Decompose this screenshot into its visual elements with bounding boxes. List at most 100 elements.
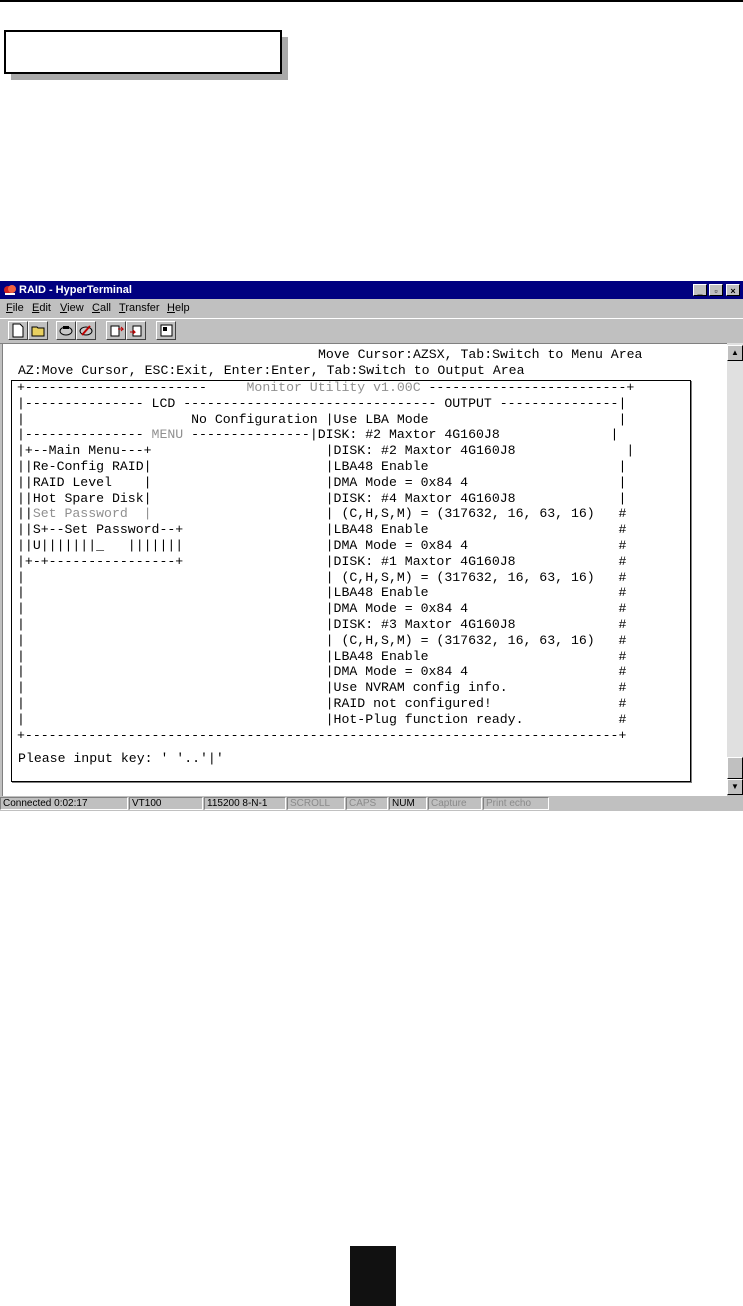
terminal-row: |+-+----------------+ |DISK: #1 Maxtor 4… xyxy=(17,554,626,570)
menu-file[interactable]: File xyxy=(6,302,24,314)
terminal-row-segment: ||Re-Config RAID| |LBA48 Enable | xyxy=(17,459,627,474)
terminal-row: ||U|||||||_ ||||||| |DMA Mode = 0x84 4 # xyxy=(17,538,626,554)
connect-button[interactable] xyxy=(56,321,76,340)
terminal-row: | |DMA Mode = 0x84 4 # xyxy=(17,601,626,617)
status-capture: Capture xyxy=(428,797,482,810)
status-connected: Connected 0:02:17 xyxy=(0,797,128,810)
terminal-row: | |DISK: #3 Maxtor 4G160J8 # xyxy=(17,617,626,633)
terminal-row-segment: ||S+--Set Password--+ |LBA48 Enable # xyxy=(17,522,627,538)
terminal-row-segment: | |DMA Mode = 0x84 4 # xyxy=(17,664,627,680)
status-emulation: VT100 xyxy=(129,797,203,810)
vertical-scrollbar[interactable]: ▲ ▼ xyxy=(727,343,743,795)
new-document-icon xyxy=(12,323,24,338)
scroll-thumb[interactable] xyxy=(727,757,743,779)
receive-button[interactable] xyxy=(126,321,146,340)
terminal-row-segment: | |DISK: #3 Maxtor 4G160J8 # xyxy=(17,617,627,632)
terminal-row: ||Set Password | | (C,H,S,M) = (317632, … xyxy=(17,506,626,522)
terminal-row-segment: | | (C,H,S,M) = (317632, 16, 63, 16) # xyxy=(17,632,627,648)
terminal-row: | |DMA Mode = 0x84 4 # xyxy=(17,664,626,680)
terminal-hint-output: AZ:Move Cursor, ESC:Exit, Enter:Enter, T… xyxy=(18,363,525,378)
terminal-hint-menu: Move Cursor:AZSX, Tab:Switch to Menu Are… xyxy=(318,347,643,362)
terminal-row-segment: | No Configuration |Use LBA Mode | xyxy=(17,411,627,427)
menu-view[interactable]: View xyxy=(60,302,84,314)
terminal-row: ||RAID Level | |DMA Mode = 0x84 4 | xyxy=(17,475,626,491)
terminal-row-segment: Monitor Utility v1.00C xyxy=(246,380,421,395)
terminal-row: ||Re-Config RAID| |LBA48 Enable | xyxy=(17,459,626,475)
terminal-row-segment: | |Hot-Plug function ready. # xyxy=(17,711,627,727)
minimize-button[interactable]: _ xyxy=(693,284,707,296)
menu-help-rest: elp xyxy=(174,302,190,314)
terminal-row-segment: Set Password | xyxy=(32,506,152,522)
menu-view-rest: iew xyxy=(67,302,84,314)
heading-box xyxy=(4,30,282,74)
menu-bar: File Edit View Call Transfer Help xyxy=(0,300,743,317)
properties-button[interactable] xyxy=(156,321,176,340)
menu-transfer[interactable]: Transfer xyxy=(119,302,160,314)
terminal-row-segment: ||U|||||||_ ||||||| |DMA Mode = 0x84 4 # xyxy=(17,538,627,553)
terminal-row: +----------------------- Monitor Utility… xyxy=(17,380,634,396)
menu-file-mnemonic: F xyxy=(6,302,13,314)
terminal-row-segment: ||RAID Level | |DMA Mode = 0x84 4 | xyxy=(17,474,627,490)
menu-help[interactable]: Help xyxy=(167,302,190,314)
status-scroll: SCROLL xyxy=(287,797,345,810)
terminal-row-segment: | |LBA48 Enable # xyxy=(17,585,627,601)
terminal-row-segment: |+--Main Menu---+ |DISK: #2 Maxtor 4G160… xyxy=(17,443,635,459)
terminal-row-segment: +----------------------- xyxy=(17,380,247,395)
send-button[interactable] xyxy=(106,321,126,340)
terminal-row-segment: |+-+----------------+ |DISK: #1 Maxtor 4… xyxy=(17,553,627,569)
terminal-row-segment: | |RAID not configured! # xyxy=(17,696,627,711)
terminal-row-segment: | (C,H,S,M) = (317632, 16, 63, 16) # xyxy=(151,506,627,522)
phone-connect-icon xyxy=(59,326,73,336)
terminal-row-segment: | |LBA48 Enable # xyxy=(17,648,627,664)
terminal-row: |+--Main Menu---+ |DISK: #2 Maxtor 4G160… xyxy=(17,443,634,459)
scroll-down-arrow-icon[interactable]: ▼ xyxy=(727,779,743,795)
status-caps: CAPS xyxy=(346,797,388,810)
open-folder-icon xyxy=(31,326,45,337)
window-title: RAID - HyperTerminal xyxy=(19,284,132,296)
open-button[interactable] xyxy=(28,321,48,340)
terminal-row: | |RAID not configured! # xyxy=(17,696,626,712)
terminal-row: | No Configuration |Use LBA Mode | xyxy=(17,412,626,428)
menu-file-rest: ile xyxy=(12,302,24,314)
terminal-row-segment: MENU xyxy=(151,427,184,443)
hyperterminal-icon xyxy=(4,285,16,295)
send-file-icon xyxy=(110,325,124,337)
terminal-prompt: Please input key: ' '..'|' xyxy=(18,751,224,766)
terminal-row: | | (C,H,S,M) = (317632, 16, 63, 16) # xyxy=(17,570,626,586)
phone-disconnect-icon xyxy=(79,325,93,336)
menu-call-rest: all xyxy=(99,302,111,314)
menu-help-mnemonic: H xyxy=(167,302,175,314)
terminal-row-segment: | |DMA Mode = 0x84 4 # xyxy=(17,601,627,617)
terminal-row-segment: -------------------------+ xyxy=(420,380,635,395)
properties-icon xyxy=(160,324,173,337)
terminal-row-segment: | | (C,H,S,M) = (317632, 16, 63, 16) # xyxy=(17,569,627,585)
disconnect-button[interactable] xyxy=(76,321,96,340)
terminal-row: ||Hot Spare Disk| |DISK: #4 Maxtor 4G160… xyxy=(17,491,626,507)
menu-transfer-rest: ransfer xyxy=(125,302,160,314)
terminal-row: | |Hot-Plug function ready. # xyxy=(17,712,626,728)
terminal-row: |--------------- MENU ---------------|DI… xyxy=(17,427,618,443)
receive-file-icon xyxy=(130,325,142,337)
restore-button[interactable]: ▫ xyxy=(709,284,723,296)
terminal-row: | |Use NVRAM config info. # xyxy=(17,680,626,696)
page-top-rule xyxy=(0,0,743,2)
terminal-row-segment: |--------------- xyxy=(17,427,152,443)
scroll-up-arrow-icon[interactable]: ▲ xyxy=(727,345,743,361)
status-bar: Connected 0:02:17 VT100 115200 8-N-1 SCR… xyxy=(0,796,743,811)
menu-call[interactable]: Call xyxy=(92,302,111,314)
terminal-row: |--------------- LCD -------------------… xyxy=(17,396,626,412)
title-bar[interactable]: RAID - HyperTerminal _ ▫ × xyxy=(0,281,743,299)
close-button[interactable]: × xyxy=(726,284,740,296)
terminal-row: +---------------------------------------… xyxy=(17,728,626,744)
terminal-row-segment: ---------------|DISK: #2 Maxtor 4G160J8 … xyxy=(183,427,619,443)
new-connection-button[interactable] xyxy=(8,321,28,340)
menu-call-mnemonic: C xyxy=(92,302,100,314)
terminal-row-segment: ||Hot Spare Disk| |DISK: #4 Maxtor 4G160… xyxy=(17,490,627,506)
terminal-row: | |LBA48 Enable # xyxy=(17,585,626,601)
page-number-badge xyxy=(350,1246,396,1306)
terminal-row: | |LBA48 Enable # xyxy=(17,649,626,665)
menu-edit[interactable]: Edit xyxy=(32,302,51,314)
terminal-row-segment: +---------------------------------------… xyxy=(17,727,627,743)
toolbar xyxy=(0,318,743,344)
terminal-area[interactable]: Move Cursor:AZSX, Tab:Switch to Menu Are… xyxy=(2,343,727,796)
